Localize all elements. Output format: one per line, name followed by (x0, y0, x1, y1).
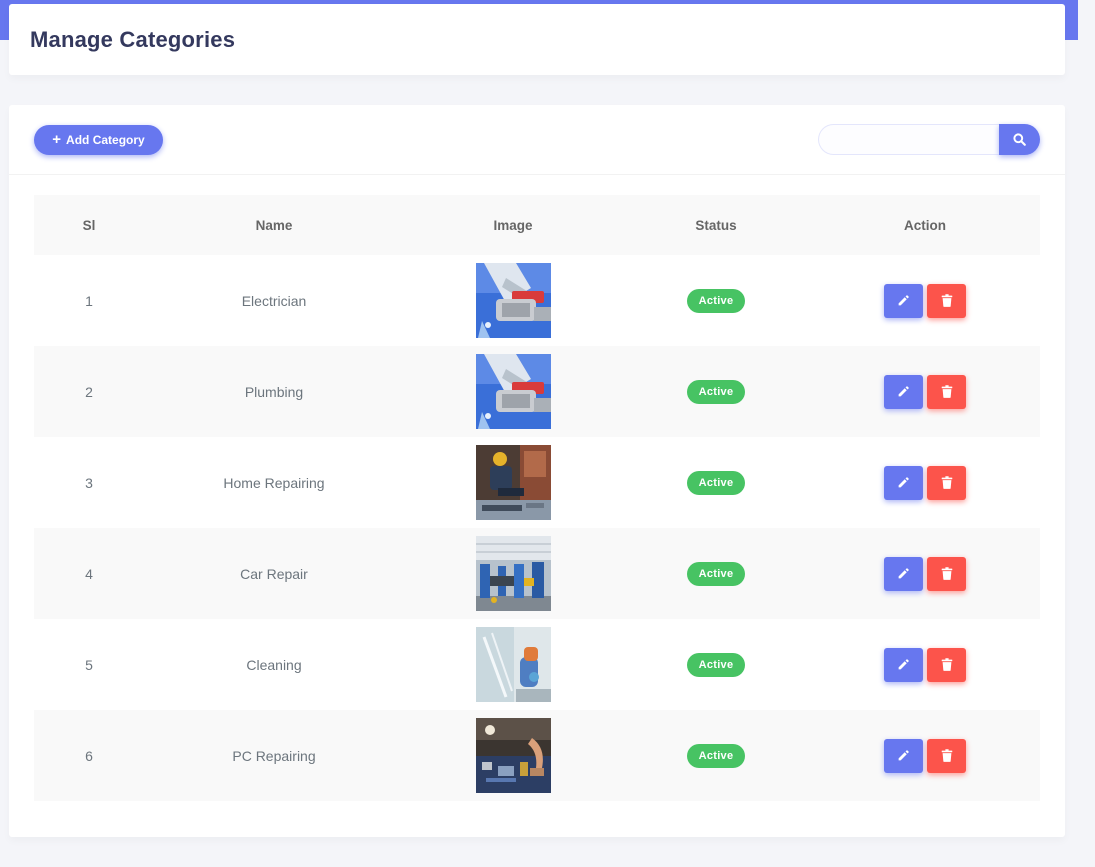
row-image-cell (404, 255, 622, 346)
row-status-cell: Active (622, 437, 810, 528)
delete-button[interactable] (927, 738, 966, 773)
search-icon (1013, 133, 1026, 146)
category-image (475, 627, 551, 702)
status-badge: Active (686, 743, 746, 768)
row-actions (884, 374, 966, 409)
column-header-sl: Sl (82, 217, 96, 233)
trash-icon (941, 385, 952, 398)
row-actions (884, 283, 966, 318)
category-image (475, 445, 551, 520)
plus-icon: + (52, 130, 62, 148)
page-title: Manage Categories (30, 26, 236, 52)
row-image-cell (404, 710, 622, 801)
row-action-cell (810, 710, 1040, 801)
row-sl: 6 (85, 747, 93, 764)
pencil-icon (898, 477, 909, 488)
row-image-cell (404, 619, 622, 710)
edit-button[interactable] (884, 738, 923, 773)
section-header: Manage Categories (9, 4, 1065, 75)
delete-button[interactable] (927, 465, 966, 500)
table-row: 1 Electrician Active (34, 255, 1040, 346)
pencil-icon (898, 295, 909, 306)
row-action-cell (810, 255, 1040, 346)
status-badge: Active (686, 561, 746, 586)
trash-icon (941, 749, 952, 762)
row-actions (884, 465, 966, 500)
column-header-status: Status (695, 217, 737, 233)
categories-card: + Add Category Sl Name Image Status Acti… (9, 105, 1065, 837)
pencil-icon (898, 750, 909, 761)
row-sl: 4 (85, 565, 93, 582)
status-badge: Active (686, 652, 746, 677)
search-group (818, 124, 1040, 155)
pencil-icon (898, 568, 909, 579)
categories-table: Sl Name Image Status Action 1 Electricia… (34, 195, 1040, 801)
row-status-cell: Active (622, 528, 810, 619)
row-sl: 1 (85, 292, 93, 309)
trash-icon (941, 294, 952, 307)
pencil-icon (898, 386, 909, 397)
card-toolbar: + Add Category (9, 105, 1065, 175)
table-row: 6 PC Repairing Active (34, 710, 1040, 801)
row-image-cell (404, 346, 622, 437)
status-badge: Active (686, 470, 746, 495)
row-image-cell (404, 528, 622, 619)
row-actions (884, 738, 966, 773)
edit-button[interactable] (884, 465, 923, 500)
table-row: 5 Cleaning Active (34, 619, 1040, 710)
category-image (475, 354, 551, 429)
edit-button[interactable] (884, 374, 923, 409)
column-header-action: Action (904, 217, 946, 233)
row-actions (884, 647, 966, 682)
row-name: Car Repair (240, 565, 308, 582)
table-header-row: Sl Name Image Status Action (34, 195, 1040, 255)
row-sl: 2 (85, 383, 93, 400)
status-badge: Active (686, 379, 746, 404)
delete-button[interactable] (927, 556, 966, 591)
category-image (475, 263, 551, 338)
row-sl: 5 (85, 656, 93, 673)
add-category-button[interactable]: + Add Category (34, 125, 163, 155)
row-status-cell: Active (622, 619, 810, 710)
row-status-cell: Active (622, 710, 810, 801)
delete-button[interactable] (927, 283, 966, 318)
trash-icon (941, 567, 952, 580)
edit-button[interactable] (884, 283, 923, 318)
delete-button[interactable] (927, 374, 966, 409)
row-status-cell: Active (622, 255, 810, 346)
table-row: 2 Plumbing Active (34, 346, 1040, 437)
table-row: 3 Home Repairing Active (34, 437, 1040, 528)
row-action-cell (810, 528, 1040, 619)
search-button[interactable] (999, 124, 1040, 155)
category-image (475, 718, 551, 793)
row-image-cell (404, 437, 622, 528)
category-image (475, 536, 551, 611)
edit-button[interactable] (884, 647, 923, 682)
row-status-cell: Active (622, 346, 810, 437)
search-input[interactable] (818, 124, 999, 155)
row-sl: 3 (85, 474, 93, 491)
row-action-cell (810, 437, 1040, 528)
status-badge: Active (686, 288, 746, 313)
table-row: 4 Car Repair Active (34, 528, 1040, 619)
delete-button[interactable] (927, 647, 966, 682)
row-name: Plumbing (244, 383, 304, 400)
column-header-name: Name (255, 217, 293, 233)
add-category-label: Add Category (66, 133, 145, 147)
row-name: PC Repairing (232, 747, 316, 764)
row-action-cell (810, 346, 1040, 437)
edit-button[interactable] (884, 556, 923, 591)
row-name: Home Repairing (223, 474, 325, 491)
row-action-cell (810, 619, 1040, 710)
row-name: Electrician (241, 292, 307, 309)
column-header-image: Image (493, 217, 533, 233)
row-actions (884, 556, 966, 591)
pencil-icon (898, 659, 909, 670)
trash-icon (941, 476, 952, 489)
row-name: Cleaning (246, 656, 302, 673)
trash-icon (941, 658, 952, 671)
